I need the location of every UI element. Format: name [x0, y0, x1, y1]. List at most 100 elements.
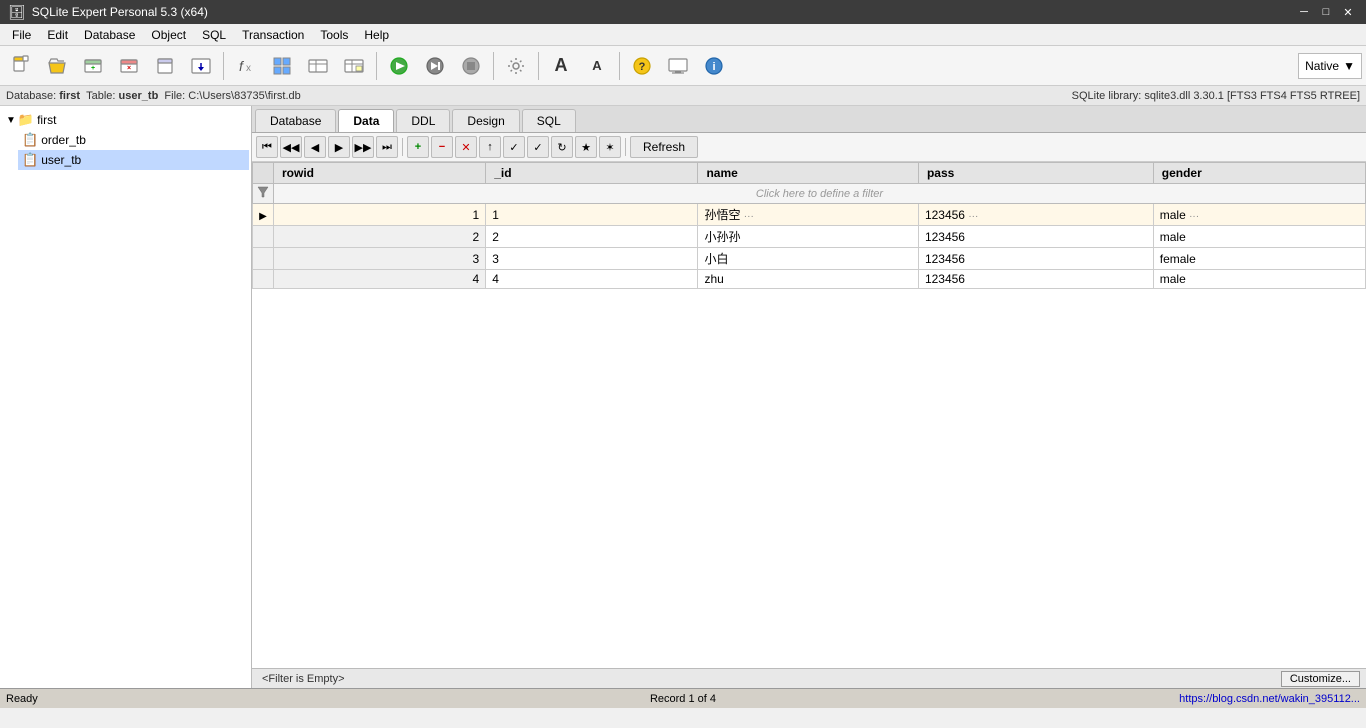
cell-name-2[interactable]: 小孙孙: [698, 226, 919, 248]
font-large-button[interactable]: A: [544, 49, 578, 83]
tab-sql[interactable]: SQL: [522, 109, 576, 132]
play-button[interactable]: [382, 49, 416, 83]
close-button[interactable]: ✕: [1338, 3, 1358, 21]
delete-row-button[interactable]: −: [431, 136, 453, 158]
tree-item-user-tb[interactable]: 📋 user_tb: [18, 150, 249, 170]
cell-name-4[interactable]: zhu: [698, 270, 919, 289]
step-forward-button[interactable]: [418, 49, 452, 83]
cell-gender-2[interactable]: male: [1153, 226, 1365, 248]
cell-id-4[interactable]: 4: [486, 270, 698, 289]
tab-database[interactable]: Database: [255, 109, 336, 132]
customize-button[interactable]: Customize...: [1281, 671, 1360, 687]
refresh-icon-button[interactable]: ↻: [551, 136, 573, 158]
nav-next-page-button[interactable]: ▶▶: [352, 136, 374, 158]
cell-rowid-3[interactable]: 3: [274, 248, 486, 270]
edit-table-button[interactable]: [337, 49, 371, 83]
help-button[interactable]: ?: [625, 49, 659, 83]
native-dropdown-icon: ▼: [1343, 59, 1355, 73]
menu-object[interactable]: Object: [143, 26, 194, 44]
menu-help[interactable]: Help: [356, 26, 397, 44]
tree-root-item[interactable]: ▼ 📁 first: [2, 110, 249, 130]
menu-edit[interactable]: Edit: [39, 26, 76, 44]
filter-row[interactable]: Click here to define a filter: [253, 184, 1366, 204]
menu-file[interactable]: File: [4, 26, 39, 44]
cell-name-3[interactable]: 小白: [698, 248, 919, 270]
cell-id-1[interactable]: 1: [486, 204, 698, 226]
table-add-button[interactable]: [301, 49, 335, 83]
tree-item-order-tb[interactable]: 📋 order_tb: [18, 130, 249, 150]
tab-data[interactable]: Data: [338, 109, 394, 132]
cell-rowid-4[interactable]: 4: [274, 270, 486, 289]
nav-first-button[interactable]: ⏮: [256, 136, 278, 158]
nav-last-button[interactable]: ⏭: [376, 136, 398, 158]
table-area[interactable]: rowid _id name pass gender Click here to…: [252, 162, 1366, 668]
filter-placeholder[interactable]: Click here to define a filter: [274, 184, 1366, 204]
col-header-name[interactable]: name: [698, 163, 919, 184]
refresh-button[interactable]: Refresh: [630, 136, 698, 158]
cell-rowid-1[interactable]: 1: [274, 204, 486, 226]
cell-pass-3[interactable]: 123456: [918, 248, 1153, 270]
cell-gender-1[interactable]: male ···: [1153, 204, 1365, 226]
cell-gender-3[interactable]: female: [1153, 248, 1365, 270]
native-selector[interactable]: Native ▼: [1298, 53, 1362, 79]
table-row[interactable]: 3 3 小白 123456 female: [253, 248, 1366, 270]
url-info[interactable]: https://blog.csdn.net/wakin_395112...: [909, 693, 1360, 705]
tab-design[interactable]: Design: [452, 109, 519, 132]
add-row-button[interactable]: +: [407, 136, 429, 158]
cell-id-2[interactable]: 2: [486, 226, 698, 248]
new-db-button[interactable]: [4, 49, 38, 83]
tree-label-user-tb: user_tb: [41, 153, 81, 167]
stop-button[interactable]: [454, 49, 488, 83]
tree-label-order-tb: order_tb: [41, 133, 86, 147]
maximize-button[interactable]: □: [1316, 3, 1336, 21]
menu-tools[interactable]: Tools: [312, 26, 356, 44]
menu-database[interactable]: Database: [76, 26, 143, 44]
cell-rowid-2[interactable]: 2: [274, 226, 486, 248]
filter-status: <Filter is Empty>: [258, 673, 1281, 685]
col-header-id[interactable]: _id: [486, 163, 698, 184]
apply-button-1[interactable]: ✓: [503, 136, 525, 158]
app-title: SQLite Expert Personal 5.3 (x64): [32, 5, 1294, 19]
table-row[interactable]: 2 2 小孙孙 123456 male: [253, 226, 1366, 248]
tab-ddl[interactable]: DDL: [396, 109, 450, 132]
table-row[interactable]: ▶ 1 1 孙悟空 ··· 123456 ··· male ···: [253, 204, 1366, 226]
cancel-edit-button[interactable]: ✕: [455, 136, 477, 158]
cell-gender-4[interactable]: male: [1153, 270, 1365, 289]
star-button[interactable]: ★: [575, 136, 597, 158]
nav-next-button[interactable]: ▶: [328, 136, 350, 158]
col-header-gender[interactable]: gender: [1153, 163, 1365, 184]
col-header-pass[interactable]: pass: [918, 163, 1153, 184]
menu-transaction[interactable]: Transaction: [234, 26, 312, 44]
asterisk-button[interactable]: ✶: [599, 136, 621, 158]
col-header-rowid[interactable]: rowid: [274, 163, 486, 184]
export-button[interactable]: [184, 49, 218, 83]
cell-pass-2[interactable]: 123456: [918, 226, 1153, 248]
col-header-indicator: [253, 163, 274, 184]
row-indicator-3: [253, 248, 274, 270]
desktop-button[interactable]: [661, 49, 695, 83]
cell-id-3[interactable]: 3: [486, 248, 698, 270]
move-up-button[interactable]: ↑: [479, 136, 501, 158]
delete-button[interactable]: ×: [112, 49, 146, 83]
cell-pass-4[interactable]: 123456: [918, 270, 1153, 289]
add-table-toolbar-button[interactable]: +: [76, 49, 110, 83]
table-row[interactable]: 4 4 zhu 123456 male: [253, 270, 1366, 289]
minimize-button[interactable]: ─: [1294, 3, 1314, 21]
tree-expand-toggle[interactable]: ▼: [6, 115, 16, 126]
tree-children: 📋 order_tb 📋 user_tb: [18, 130, 249, 170]
font-small-button[interactable]: A: [580, 49, 614, 83]
about-button[interactable]: i: [697, 49, 731, 83]
compact-button[interactable]: [148, 49, 182, 83]
cell-pass-1[interactable]: 123456 ···: [918, 204, 1153, 226]
grid-button[interactable]: [265, 49, 299, 83]
svg-text:+: +: [91, 65, 95, 72]
svg-text:×: ×: [127, 65, 131, 72]
cell-name-1[interactable]: 孙悟空 ···: [698, 204, 919, 226]
open-db-button[interactable]: [40, 49, 74, 83]
nav-prev-button[interactable]: ◀: [304, 136, 326, 158]
settings-button[interactable]: [499, 49, 533, 83]
menu-sql[interactable]: SQL: [194, 26, 234, 44]
nav-prev-page-button[interactable]: ◀◀: [280, 136, 302, 158]
apply-button-2[interactable]: ✓: [527, 136, 549, 158]
function-button[interactable]: fx: [229, 49, 263, 83]
